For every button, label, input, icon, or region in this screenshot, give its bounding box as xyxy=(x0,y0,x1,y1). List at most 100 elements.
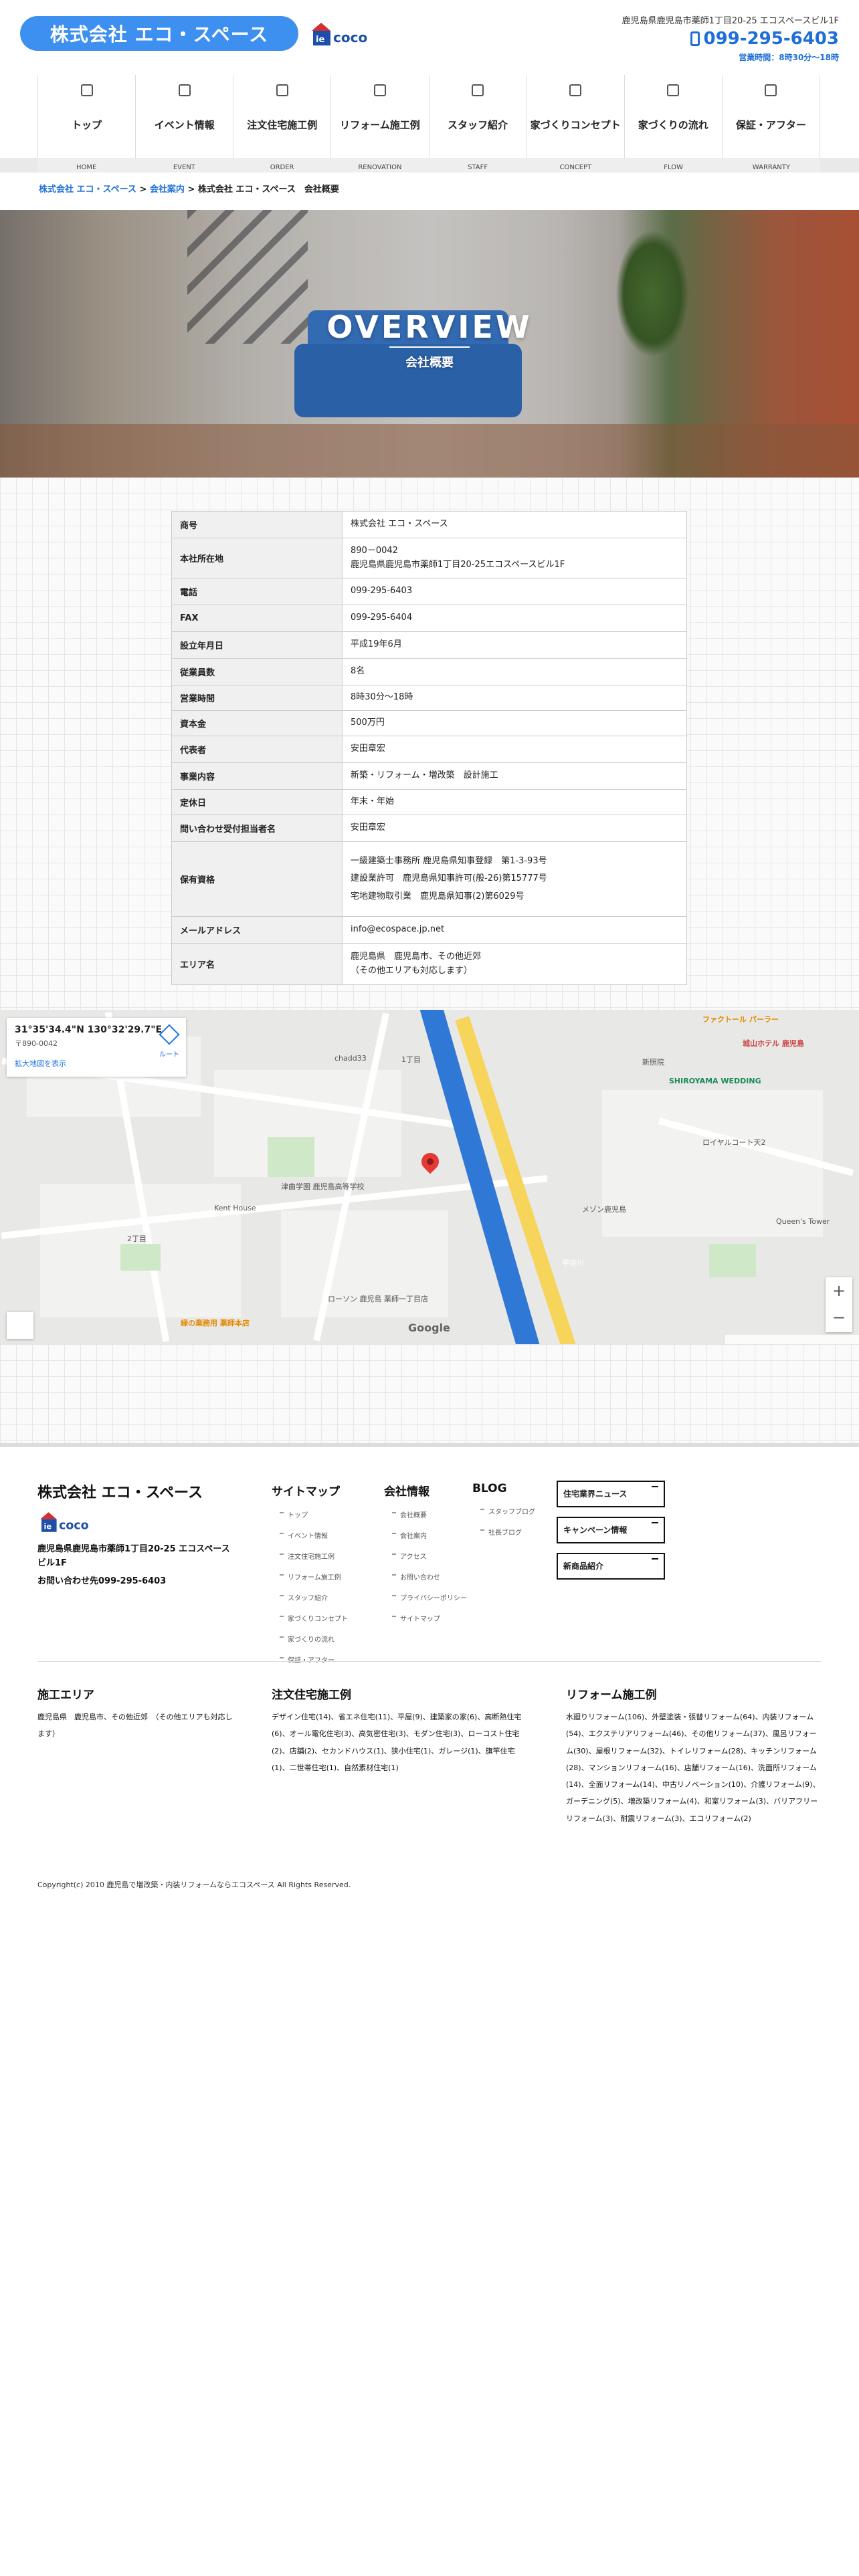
footer-link[interactable]: 家づくりコンセプト xyxy=(272,1613,348,1623)
staff-icon xyxy=(472,84,484,96)
map-attribution-bar xyxy=(725,1335,859,1344)
news-button[interactable]: 住宅業界ニュース xyxy=(557,1481,665,1507)
footer-link[interactable]: 注文住宅施工例 xyxy=(272,1551,348,1561)
home-icon xyxy=(80,84,93,96)
row-value: 安田章宏 xyxy=(342,736,687,763)
row-value: 8名 xyxy=(342,658,687,685)
map-larger-link[interactable]: 拡大地図を表示 xyxy=(15,1058,178,1069)
map-label: 1丁目 xyxy=(401,1055,421,1064)
header-tel[interactable]: 099-295-6403 xyxy=(622,29,839,49)
directions-label[interactable]: ルート xyxy=(159,1049,179,1059)
footer-link[interactable]: プライバシーポリシー xyxy=(384,1592,467,1602)
footer-company-info: 会社情報 会社概要 会社案内 アクセス お問い合わせ プライバシーポリシー サイ… xyxy=(384,1482,467,1623)
row-value: 株式会社 エコ・スペース xyxy=(342,511,687,538)
table-row: 商号 株式会社 エコ・スペース xyxy=(171,511,687,538)
footer-tel-number[interactable]: 099-295-6403 xyxy=(98,1576,166,1586)
nav-en-order: ORDER xyxy=(270,164,294,171)
footer-link[interactable]: サイトマップ xyxy=(384,1613,467,1623)
company-logo[interactable]: 株式会社 エコ・スペース xyxy=(20,16,298,51)
footer-link[interactable]: スタッフブログ xyxy=(472,1506,535,1516)
area-value: 鹿児島県 鹿児島市、その他近郊 xyxy=(351,952,482,962)
campaign-button[interactable]: キャンペーン情報 xyxy=(557,1517,665,1543)
row-label: 代表者 xyxy=(171,736,343,763)
footer-link[interactable]: 保証・アフター xyxy=(272,1654,348,1665)
row-label: 問い合わせ受付担当者名 xyxy=(171,815,343,842)
nav-item-home[interactable]: トップ xyxy=(37,75,136,158)
map-label: 新照院 xyxy=(642,1058,664,1067)
footer-link[interactable]: リフォーム施工例 xyxy=(272,1572,348,1582)
site-header: 株式会社 エコ・スペース ie coco 鹿児島県鹿児島市薬師1丁目20-25 … xyxy=(0,0,859,67)
footer-link[interactable]: 社長ブログ xyxy=(472,1527,535,1537)
row-label: 定休日 xyxy=(171,789,343,815)
license-item: 宅地建物取引業 鹿児島県知事(2)第6029号 xyxy=(351,891,524,901)
zoom-in-button[interactable]: + xyxy=(826,1277,852,1304)
footer-link[interactable]: アクセス xyxy=(384,1551,467,1561)
footer-link[interactable]: トップ xyxy=(272,1509,348,1519)
footer-area-section: 施工エリア 鹿児島県 鹿児島市、その他近郊 （その他エリアも対応します） xyxy=(37,1685,238,1743)
hero-divider xyxy=(389,346,470,348)
breadcrumb-home[interactable]: 株式会社 エコ・スペース xyxy=(39,185,136,195)
breadcrumb: 株式会社 エコ・スペース > 会社案内 > 株式会社 エコ・スペース 会社概要 xyxy=(39,182,339,195)
site-footer: 株式会社 エコ・スペース ie coco 鹿児島県鹿児島市薬師1丁目20-25 … xyxy=(0,1443,859,2576)
map-layer-toggle[interactable] xyxy=(7,1312,33,1339)
nav-item-concept[interactable]: 家づくりコンセプト xyxy=(527,75,625,158)
row-value: 890－0042 鹿児島県鹿児島市薬師1丁目20-25エコスペースビル1F xyxy=(342,538,687,578)
row-value: 鹿児島県 鹿児島市、その他近郊 （その他エリアも対応します） xyxy=(342,943,687,985)
hero-subtitle: 会社概要 xyxy=(405,356,454,370)
google-logo: Google xyxy=(408,1321,450,1334)
footer-sitemap: サイトマップ トップ イベント情報 注文住宅施工例 リフォーム施工例 スタッフ紹… xyxy=(272,1482,348,1665)
row-value: 一級建築士事務所 鹿児島県知事登録 第1-3-93号 建設業許可 鹿児島県知事許可… xyxy=(342,841,687,917)
breadcrumb-parent[interactable]: 会社案内 xyxy=(150,185,185,195)
row-value: 500万円 xyxy=(342,710,687,736)
row-label: 電話 xyxy=(171,578,343,605)
row-value[interactable]: info@ecospace.jp.net xyxy=(342,916,687,944)
new-products-button[interactable]: 新商品紹介 xyxy=(557,1553,665,1580)
footer-link[interactable]: 会社案内 xyxy=(384,1530,467,1540)
row-label: 営業時間 xyxy=(171,685,343,711)
zoom-out-button[interactable]: − xyxy=(826,1304,852,1331)
map-label: ローソン 鹿児島 薬師一丁目店 xyxy=(328,1295,428,1303)
row-label: 設立年月日 xyxy=(171,631,343,659)
footer-section-title: 施工エリア xyxy=(37,1689,94,1702)
map-marker-icon[interactable] xyxy=(417,1149,443,1174)
nav-item-order[interactable]: 注文住宅施工例 xyxy=(233,75,332,158)
hero-banner: OVERVIEW 会社概要 xyxy=(0,210,859,477)
warranty-icon xyxy=(765,84,777,96)
table-row: FAX 099-295-6404 xyxy=(171,605,687,632)
nav-item-warranty[interactable]: 保証・アフター xyxy=(723,75,820,158)
footer-link[interactable]: スタッフ紹介 xyxy=(272,1592,348,1602)
row-label: 事業内容 xyxy=(171,762,343,790)
table-row: 事業内容 新築・リフォーム・増改築 設計施工 xyxy=(171,762,687,790)
google-map[interactable]: ファクトール パーラー 城山ホテル 鹿児島 SHIROYAMA WEDDING … xyxy=(0,1010,859,1344)
map-label: chadd33 xyxy=(335,1054,367,1063)
svg-text:ie: ie xyxy=(316,35,324,45)
iecoco-logo-icon[interactable]: ie coco xyxy=(37,1509,99,1535)
table-row: 電話 099-295-6403 xyxy=(171,578,687,605)
footer-link[interactable]: イベント情報 xyxy=(272,1530,348,1540)
map-label: 2丁目 xyxy=(127,1235,147,1243)
footer-link[interactable]: お問い合わせ xyxy=(384,1572,467,1582)
nav-en-staff: STAFF xyxy=(468,164,488,171)
nav-item-staff[interactable]: スタッフ紹介 xyxy=(430,75,527,158)
row-value: 年末・年始 xyxy=(342,789,687,815)
footer-link[interactable]: 会社概要 xyxy=(384,1509,467,1519)
row-label: エリア名 xyxy=(171,943,343,985)
address-zip: 890－0042 xyxy=(351,546,398,556)
footer-tel-label: お問い合わせ先 xyxy=(37,1576,99,1586)
footer-company-name: 株式会社 エコ・スペース xyxy=(37,1485,203,1501)
nav-item-flow[interactable]: 家づくりの流れ xyxy=(625,75,723,158)
nav-item-event[interactable]: イベント情報 xyxy=(136,75,234,158)
map-zoom-control: + − xyxy=(826,1277,852,1332)
table-row: 本社所在地 890－0042 鹿児島県鹿児島市薬師1丁目20-25エコスペースビル1… xyxy=(171,538,687,578)
map-label: SHIROYAMA WEDDING xyxy=(669,1077,761,1085)
table-row: 保有資格 一級建築士事務所 鹿児島県知事登録 第1-3-93号 建設業許可 鹿児島県… xyxy=(171,841,687,917)
footer-col-title: 会社情報 xyxy=(384,1485,430,1499)
iecoco-logo-icon[interactable]: ie coco xyxy=(310,19,377,49)
copyright: Copyright(c) 2010 鹿児島で増改築・内装リフォームならエコスペー… xyxy=(37,1881,351,1889)
footer-reform-body[interactable]: 水廻りリフォーム(106)、外壁塗装・張替リフォーム(64)、内装リフォーム(5… xyxy=(566,1709,822,1827)
company-overview-table: 商号 株式会社 エコ・スペース 本社所在地 890－0042 鹿児島県鹿児島市薬師1丁… xyxy=(171,511,687,985)
footer-order-body[interactable]: デザイン住宅(14)、省エネ住宅(11)、平屋(9)、建築家の家(6)、高断熱住… xyxy=(272,1709,529,1776)
nav-item-renovation[interactable]: リフォーム施工例 xyxy=(331,75,430,158)
footer-link[interactable]: 家づくりの流れ xyxy=(272,1634,348,1644)
map-label: 甲突川 xyxy=(562,1259,584,1267)
